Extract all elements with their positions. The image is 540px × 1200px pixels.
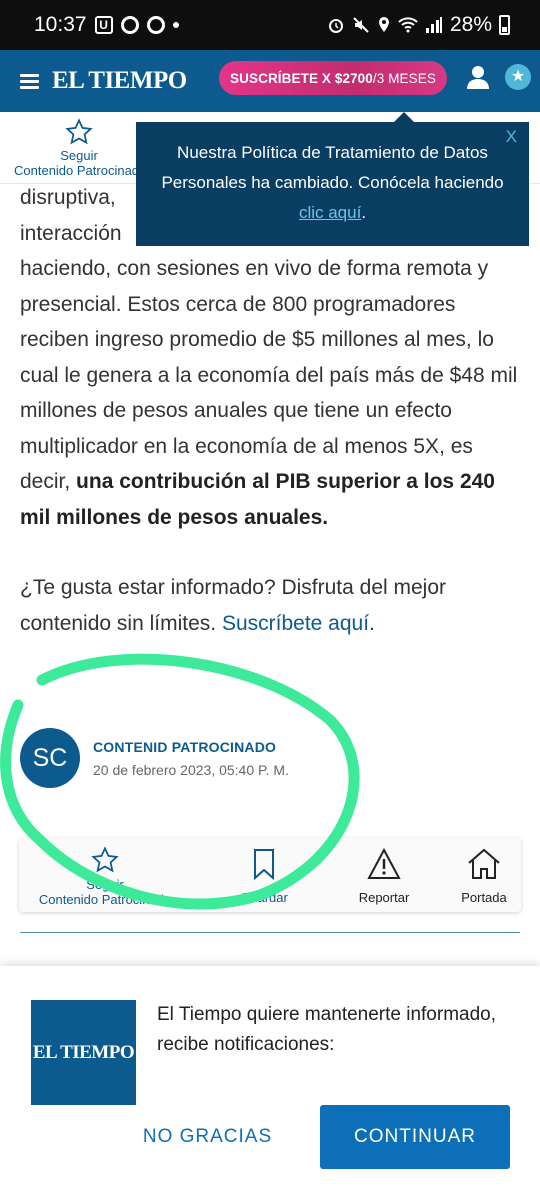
star-outline-icon bbox=[65, 118, 93, 145]
more-notifications-dot bbox=[172, 22, 179, 28]
subscribe-period: /3 MESES bbox=[372, 70, 436, 86]
mute-icon bbox=[353, 17, 369, 33]
author-name[interactable]: CONTENID PATROCINADO bbox=[93, 739, 276, 755]
menu-icon[interactable] bbox=[20, 73, 39, 89]
follow-label: Seguir bbox=[86, 877, 124, 892]
article-action-bar: Seguir Contenido Patrocinado Guardar Rep… bbox=[19, 838, 521, 912]
alarm-icon bbox=[328, 19, 343, 33]
location-icon bbox=[378, 17, 389, 32]
signal-icon bbox=[425, 17, 442, 33]
wifi-icon bbox=[398, 17, 418, 33]
article-line-2: interacción bbox=[20, 221, 122, 245]
follow-topic-label: Contenido Patrocinado bbox=[38, 892, 172, 907]
follow-topic-label: Contenido Patrocinado bbox=[14, 163, 144, 178]
cta-end: . bbox=[369, 611, 375, 635]
follow-label: Seguir bbox=[60, 148, 98, 163]
premium-star-icon[interactable]: ★ bbox=[505, 64, 531, 90]
follow-topic-button[interactable]: Seguir Contenido Patrocinado bbox=[14, 118, 144, 178]
user-account-icon[interactable] bbox=[466, 64, 490, 90]
notification-prompt: EL TIEMPO El Tiempo quiere mantenerte in… bbox=[0, 966, 540, 1200]
notification-q-icon bbox=[120, 16, 139, 34]
publish-date: 20 de febrero 2023, 05:40 P. M. bbox=[93, 762, 289, 778]
privacy-policy-tooltip: Nuestra Política de Tratamiento de Datos… bbox=[136, 112, 529, 246]
save-label: Guardar bbox=[240, 890, 288, 905]
close-icon[interactable]: X bbox=[506, 126, 517, 148]
section-divider bbox=[20, 932, 520, 933]
warning-icon bbox=[367, 848, 401, 879]
continue-button[interactable]: CONTINUAR bbox=[320, 1105, 510, 1169]
home-button[interactable]: Portada bbox=[434, 848, 534, 905]
cta-subscribe-link[interactable]: Suscríbete aquí bbox=[222, 612, 369, 635]
avatar[interactable]: SC bbox=[20, 728, 80, 788]
save-button[interactable]: Guardar bbox=[194, 848, 334, 905]
privacy-end: . bbox=[361, 203, 367, 222]
article-line-1: disruptiva, bbox=[20, 186, 116, 209]
clock: 10:37 bbox=[34, 13, 87, 36]
notification-message: El Tiempo quiere mantenerte informado, r… bbox=[157, 1004, 497, 1055]
article-body: disruptiva, interacción haciendo, con se… bbox=[20, 180, 520, 641]
star-outline-icon bbox=[91, 846, 119, 873]
site-logo: EL TIEMPO bbox=[31, 1000, 136, 1105]
site-header: EL TIEMPO SUSCRÍBETE X $2700/3 MESES ★ bbox=[0, 50, 540, 112]
privacy-link[interactable]: clic aquí bbox=[299, 203, 361, 222]
follow-button[interactable]: Seguir Contenido Patrocinado bbox=[19, 846, 191, 907]
privacy-text: Nuestra Política de Tratamiento de Datos… bbox=[161, 143, 504, 192]
subscribe-offer: SUSCRÍBETE X $2700 bbox=[230, 70, 373, 86]
app-notification-icon: U bbox=[94, 16, 113, 34]
notification-q-icon-2 bbox=[146, 16, 165, 34]
home-label: Portada bbox=[461, 890, 507, 905]
subscribe-button[interactable]: SUSCRÍBETE X $2700/3 MESES bbox=[219, 61, 447, 95]
home-icon bbox=[468, 848, 500, 879]
decline-button[interactable]: NO GRACIAS bbox=[120, 1106, 295, 1168]
article-text: haciendo, con sesiones en vivo de forma … bbox=[20, 257, 518, 493]
report-label: Reportar bbox=[358, 890, 410, 905]
bookmark-icon bbox=[254, 849, 274, 880]
site-logo[interactable]: EL TIEMPO bbox=[52, 67, 187, 95]
report-button[interactable]: Reportar bbox=[329, 848, 439, 905]
status-bar: 10:37 U 28% bbox=[0, 0, 540, 50]
battery-icon bbox=[499, 15, 510, 35]
subscribe-cta: ¿Te gusta estar informado? Disfruta del … bbox=[20, 570, 520, 641]
article-bold-text: una contribución al PIB superior a los 2… bbox=[20, 470, 495, 529]
battery-level: 28% bbox=[449, 13, 492, 36]
